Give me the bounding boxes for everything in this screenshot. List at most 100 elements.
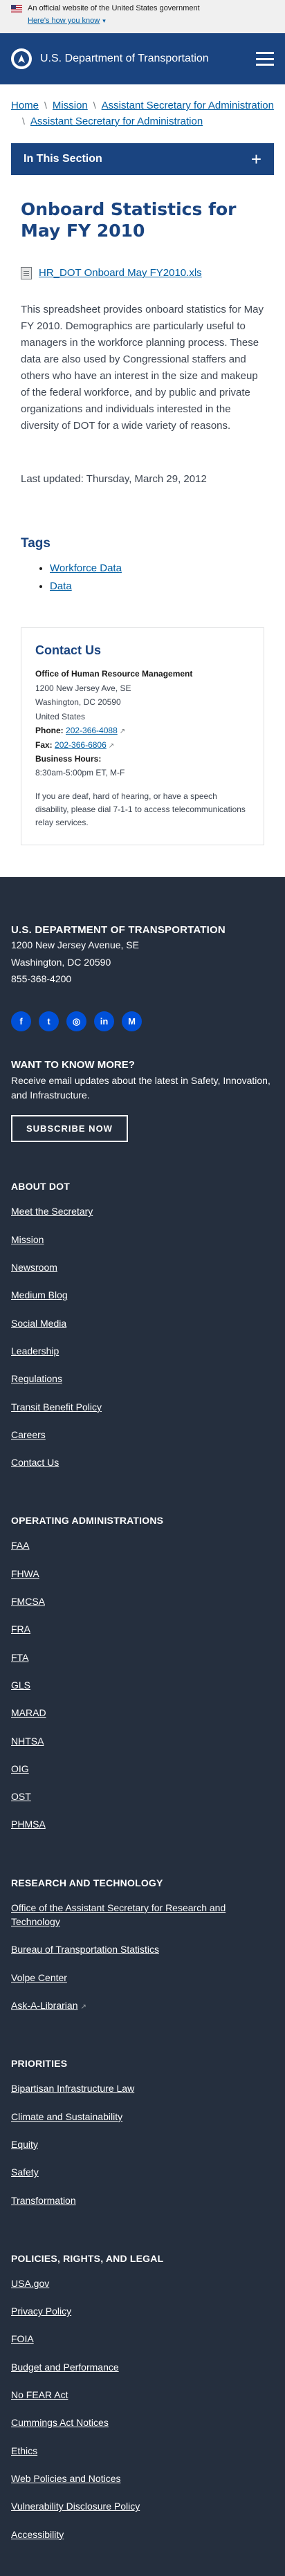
- footer-link[interactable]: Leadership: [11, 1345, 59, 1356]
- menu-bar: [256, 52, 274, 54]
- footer-link-item: USA.gov: [11, 2270, 274, 2297]
- file-download-link[interactable]: HR_DOT Onboard May FY2010.xls: [39, 267, 202, 279]
- footer-link[interactable]: Ask-A-Librarian: [11, 2000, 77, 2011]
- medium-icon[interactable]: M: [122, 1011, 142, 1032]
- footer-link[interactable]: MARAD: [11, 1707, 46, 1718]
- footer-section: POLICIES, RIGHTS, AND LEGAL USA.gov Privac…: [11, 2253, 274, 2548]
- external-link-icon: ↗: [108, 742, 115, 750]
- breadcrumb-assistant-secretary-current[interactable]: Assistant Secretary for Administration: [30, 116, 203, 127]
- plus-icon: +: [250, 149, 261, 169]
- footer-link[interactable]: Careers: [11, 1429, 46, 1440]
- business-hours-label: Business Hours:: [35, 752, 250, 766]
- footer-link-item: Medium Blog: [11, 1281, 274, 1309]
- footer-link[interactable]: Contact Us: [11, 1457, 59, 1468]
- footer-link-item: FTA: [11, 1644, 274, 1671]
- footer-link[interactable]: GLS: [11, 1680, 30, 1691]
- footer-link-item: Office of the Assistant Secretary for Re…: [11, 1894, 274, 1936]
- breadcrumb-home[interactable]: Home: [11, 100, 39, 111]
- footer-link-item: Vulnerability Disclosure Policy: [11, 2492, 274, 2520]
- phone-label: Phone:: [35, 726, 64, 736]
- heres-how-label: Here's how you know: [28, 17, 100, 25]
- footer-link[interactable]: FMCSA: [11, 1596, 45, 1607]
- footer-link[interactable]: OIG: [11, 1763, 29, 1774]
- footer-link[interactable]: Regulations: [11, 1373, 62, 1384]
- facebook-icon[interactable]: f: [11, 1011, 31, 1032]
- site-header: U.S. Department of Transportation: [0, 33, 285, 84]
- footer-link-item: Ask-A-Librarian ↗: [11, 1991, 274, 2020]
- footer-link[interactable]: FOIA: [11, 2333, 34, 2344]
- subscribe-button[interactable]: SUBSCRIBE NOW: [11, 1115, 128, 1143]
- footer-link-item: Meet the Secretary: [11, 1197, 274, 1225]
- footer-link-item: OST: [11, 1783, 274, 1810]
- footer-link[interactable]: Meet the Secretary: [11, 1206, 93, 1217]
- footer-link[interactable]: PHMSA: [11, 1819, 46, 1830]
- footer-link[interactable]: FTA: [11, 1652, 28, 1663]
- footer-link[interactable]: Privacy Policy: [11, 2306, 71, 2317]
- footer-link-item: Equity: [11, 2131, 274, 2158]
- footer-link[interactable]: Office of the Assistant Secretary for Re…: [11, 1902, 226, 1927]
- business-hours: 8:30am-5:00pm ET, M-F: [35, 768, 125, 778]
- footer-link[interactable]: Vulnerability Disclosure Policy: [11, 2501, 140, 2512]
- footer-link-item: FRA: [11, 1615, 274, 1643]
- breadcrumb-mission[interactable]: Mission: [53, 100, 88, 111]
- breadcrumb-separator: \: [22, 115, 25, 127]
- footer-section-heading: ABOUT DOT: [11, 1181, 71, 1193]
- footer-section-heading: OPERATING ADMINISTRATIONS: [11, 1515, 164, 1527]
- footer-link-item: Leadership: [11, 1337, 274, 1365]
- footer-link[interactable]: FHWA: [11, 1568, 39, 1579]
- footer-link[interactable]: Cummings Act Notices: [11, 2417, 109, 2428]
- footer-link[interactable]: USA.gov: [11, 2278, 49, 2289]
- gov-banner-text: An official website of the United States…: [28, 4, 200, 12]
- footer-link-item: FOIA: [11, 2325, 274, 2353]
- footer-link[interactable]: Medium Blog: [11, 1289, 68, 1300]
- footer-link[interactable]: FRA: [11, 1623, 30, 1635]
- footer-link[interactable]: Bureau of Transportation Statistics: [11, 1944, 159, 1955]
- footer-link[interactable]: Volpe Center: [11, 1972, 67, 1983]
- footer-link[interactable]: Equity: [11, 2139, 38, 2150]
- footer-link-list: Office of the Assistant Secretary for Re…: [11, 1894, 274, 2020]
- hamburger-menu-button[interactable]: [256, 52, 274, 66]
- footer-link-item: Climate and Sustainability: [11, 2103, 274, 2131]
- site-logo-link[interactable]: U.S. Department of Transportation: [11, 48, 209, 69]
- breadcrumb-assistant-secretary[interactable]: Assistant Secretary for Administration: [102, 100, 274, 111]
- heres-how-you-know-link[interactable]: Here's how you know ▾: [28, 17, 106, 25]
- fax-label: Fax:: [35, 739, 53, 750]
- contact-address-2: Washington, DC 20590: [35, 697, 121, 708]
- footer-link[interactable]: FAA: [11, 1540, 29, 1551]
- chevron-down-icon: ▾: [102, 17, 106, 24]
- footer-link[interactable]: Budget and Performance: [11, 2362, 119, 2373]
- footer-link[interactable]: No FEAR Act: [11, 2389, 68, 2400]
- footer-link[interactable]: NHTSA: [11, 1736, 44, 1747]
- footer-link-item: Contact Us: [11, 1448, 274, 1476]
- footer-section: ABOUT DOT Meet the Secretary Mission Newsro…: [11, 1181, 274, 1476]
- footer-link-list: FAA FHWA FMCSA FRA FTA GLS MARAD NHTSA OIG OST PHM…: [11, 1531, 274, 1838]
- tag-link-data[interactable]: Data: [50, 580, 72, 592]
- footer-link[interactable]: Ethics: [11, 2445, 37, 2456]
- footer-link-item: Newsroom: [11, 1253, 274, 1281]
- footer-link[interactable]: Transformation: [11, 2195, 76, 2206]
- footer-link-item: Bipartisan Infrastructure Law: [11, 2074, 274, 2102]
- footer-link[interactable]: Accessibility: [11, 2529, 64, 2540]
- footer-link-item: PHMSA: [11, 1810, 274, 1838]
- footer-link[interactable]: Web Policies and Notices: [11, 2473, 120, 2484]
- linkedin-icon[interactable]: in: [94, 1011, 114, 1032]
- footer-link[interactable]: OST: [11, 1791, 31, 1802]
- footer-link[interactable]: Mission: [11, 1234, 44, 1245]
- contact-heading: Contact Us: [35, 643, 102, 657]
- twitter-icon[interactable]: t: [39, 1011, 59, 1032]
- footer-link[interactable]: Climate and Sustainability: [11, 2111, 122, 2122]
- instagram-icon[interactable]: ◎: [66, 1011, 86, 1032]
- footer-link[interactable]: Bipartisan Infrastructure Law: [11, 2083, 134, 2094]
- footer-section: PRIORITIES Bipartisan Infrastructure Law C…: [11, 2058, 274, 2214]
- in-this-section-toggle[interactable]: In This Section +: [11, 143, 274, 175]
- footer-link[interactable]: Transit Benefit Policy: [11, 1401, 102, 1413]
- page-title: Onboard Statistics for May FY 2010: [21, 199, 237, 241]
- footer-link[interactable]: Safety: [11, 2166, 39, 2178]
- fax-link[interactable]: 202-366-6806: [55, 740, 107, 750]
- footer-link[interactable]: Social Media: [11, 1318, 66, 1329]
- dot-seal-icon: [11, 48, 32, 69]
- phone-link[interactable]: 202-366-4088: [66, 726, 118, 735]
- footer-link-list: Bipartisan Infrastructure Law Climate and…: [11, 2074, 274, 2214]
- footer-link[interactable]: Newsroom: [11, 1262, 57, 1273]
- tag-link-workforce-data[interactable]: Workforce Data: [50, 562, 122, 574]
